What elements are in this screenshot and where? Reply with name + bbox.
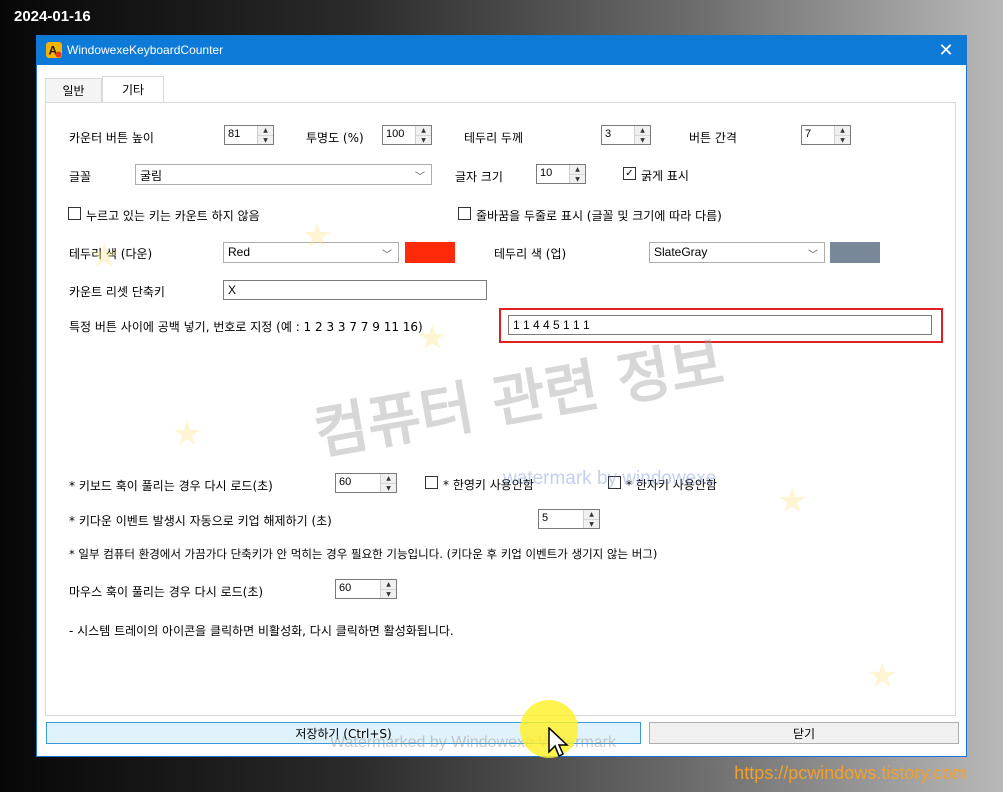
keyup-release-label: * 키다운 이벤트 발생시 자동으로 키업 해제하기 (초) [69, 514, 332, 528]
font-size-stepper[interactable]: 10 ▲ ▼ [536, 164, 586, 184]
border-color-up-value: SlateGray [654, 245, 708, 259]
border-color-down-swatch[interactable] [405, 242, 455, 263]
gap-buttons-value: 1 1 4 4 5 1 1 1 [513, 318, 590, 332]
opacity-label: 투명도 (%) [306, 131, 364, 145]
counter-button-height-value: 81 [228, 128, 241, 140]
border-color-up-select[interactable]: SlateGray ﹀ [649, 242, 825, 263]
font-size-label: 글자 크기 [455, 170, 503, 184]
button-spacing-stepper[interactable]: 7 ▲ ▼ [801, 125, 851, 145]
keyup-release-stepper[interactable]: 5 ▲ ▼ [538, 509, 600, 529]
bold-checkbox[interactable]: ✓ [623, 167, 636, 180]
spin-up-icon[interactable]: ▲ [570, 165, 585, 175]
spin-down-icon[interactable]: ▼ [570, 175, 585, 184]
font-select[interactable]: 굴림 ﹀ [135, 164, 432, 185]
close-button[interactable]: 닫기 [649, 722, 959, 744]
spin-down-icon[interactable]: ▼ [381, 484, 396, 493]
spin-up-icon[interactable]: ▲ [258, 126, 273, 136]
spin-up-icon[interactable]: ▲ [835, 126, 850, 136]
chevron-down-icon: ﹀ [808, 250, 818, 261]
two-line-checkbox[interactable] [458, 207, 471, 220]
spin-down-icon[interactable]: ▼ [258, 136, 273, 145]
keyup-release-value: 5 [542, 512, 549, 524]
opacity-value: 100 [386, 128, 405, 140]
hangul-key-checkbox[interactable] [425, 476, 438, 489]
star-decoration: ★ [172, 414, 203, 454]
star-decoration: ★ [777, 481, 808, 521]
font-value: 굴림 [140, 169, 163, 183]
font-label: 글꼴 [69, 170, 92, 184]
counter-button-height-stepper[interactable]: 81 ▲ ▼ [224, 125, 274, 145]
keyboard-reload-value: 60 [339, 476, 352, 488]
chevron-down-icon: ﹀ [382, 250, 392, 261]
star-decoration: ★ [867, 656, 898, 696]
star-decoration: ★ [417, 318, 448, 358]
star-decoration: ★ [89, 236, 120, 276]
button-spacing-value: 7 [805, 128, 812, 140]
keyboard-reload-label: * 키보드 훅이 풀리는 경우 다시 로드(초) [69, 479, 273, 493]
date-label: 2024-01-16 [14, 8, 91, 25]
bold-label: 굵게 표시 [641, 169, 689, 183]
keyboard-app-icon: A [45, 41, 63, 59]
counter-button-height-label: 카운터 버튼 높이 [69, 131, 154, 145]
button-spacing-label: 버튼 간격 [689, 131, 737, 145]
spin-down-icon[interactable]: ▼ [635, 136, 650, 145]
border-color-up-swatch[interactable] [830, 242, 880, 263]
main-window: A WindowexeKeyboardCounter ✕ 일반 기타 카운터 버… [36, 35, 967, 757]
tab-other[interactable]: 기타 [102, 76, 164, 102]
hook-note: * 일부 컴퓨터 환경에서 가끔가다 단축키가 안 먹히는 경우 필요한 기능입… [69, 547, 658, 561]
spin-down-icon[interactable]: ▼ [381, 590, 396, 599]
spin-down-icon[interactable]: ▼ [835, 136, 850, 145]
spin-up-icon[interactable]: ▲ [381, 580, 396, 590]
no-count-held-label: 누르고 있는 키는 카운트 하지 않음 [86, 209, 260, 223]
border-thickness-stepper[interactable]: 3 ▲ ▼ [601, 125, 651, 145]
gap-buttons-label: 특정 버튼 사이에 공백 넣기, 번호로 지정 (예 : 1 2 3 3 7 7… [69, 320, 423, 334]
spin-up-icon[interactable]: ▲ [381, 474, 396, 484]
keyboard-reload-stepper[interactable]: 60 ▲ ▼ [335, 473, 397, 493]
tab-general[interactable]: 일반 [45, 78, 102, 102]
reset-shortcut-label: 카운트 리셋 단축키 [69, 285, 165, 299]
window-title: WindowexeKeyboardCounter [67, 43, 224, 57]
blog-url[interactable]: https://pcwindows.tistory.com [734, 763, 967, 784]
border-color-down-value: Red [228, 245, 251, 259]
mouse-reload-label: 마우스 훅이 풀리는 경우 다시 로드(초) [69, 585, 264, 599]
star-decoration: ★ [302, 216, 333, 256]
title-bar[interactable]: A WindowexeKeyboardCounter ✕ [37, 36, 966, 65]
spin-up-icon[interactable]: ▲ [584, 510, 599, 520]
no-count-held-checkbox[interactable] [68, 207, 81, 220]
gap-buttons-input[interactable]: 1 1 4 4 5 1 1 1 [508, 315, 932, 335]
border-color-up-label: 테두리 색 (업) [494, 247, 567, 261]
spin-up-icon[interactable]: ▲ [416, 126, 431, 136]
reset-shortcut-input[interactable]: X [223, 280, 487, 300]
mouse-reload-value: 60 [339, 582, 352, 594]
tray-note: - 시스템 트레이의 아이콘을 클릭하면 비활성화, 다시 클릭하면 활성화됩니… [69, 624, 454, 638]
watermark-english: watermark by windowexe [503, 468, 717, 489]
opacity-stepper[interactable]: 100 ▲ ▼ [382, 125, 432, 145]
spin-down-icon[interactable]: ▼ [584, 520, 599, 529]
chevron-down-icon: ﹀ [415, 172, 425, 183]
close-icon[interactable]: ✕ [926, 36, 966, 65]
mouse-cursor-icon [548, 726, 570, 759]
mouse-reload-stepper[interactable]: 60 ▲ ▼ [335, 579, 397, 599]
font-size-value: 10 [540, 167, 553, 179]
reset-shortcut-value: X [228, 283, 237, 297]
two-line-label: 줄바꿈을 두줄로 표시 (글꼴 및 크기에 따라 다름) [476, 209, 722, 223]
check-icon: ✓ [625, 167, 634, 179]
spin-up-icon[interactable]: ▲ [635, 126, 650, 136]
border-thickness-value: 3 [605, 128, 612, 140]
spin-down-icon[interactable]: ▼ [416, 136, 431, 145]
border-thickness-label: 테두리 두께 [464, 131, 524, 145]
